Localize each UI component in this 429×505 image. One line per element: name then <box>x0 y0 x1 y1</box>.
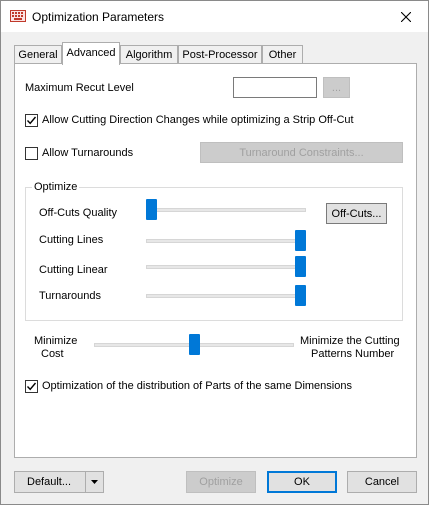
close-button[interactable] <box>384 1 428 32</box>
cutting-lines-label: Cutting Lines <box>39 234 104 246</box>
slider-thumb[interactable] <box>295 256 306 277</box>
allow-turnarounds-checkbox[interactable] <box>25 147 38 160</box>
ok-button[interactable]: OK <box>267 471 337 493</box>
allow-turnarounds-label: Allow Turnarounds <box>42 147 134 159</box>
turnaround-constraints-button[interactable]: Turnaround Constraints... <box>200 142 403 163</box>
optimize-button[interactable]: Optimize <box>186 471 256 493</box>
advanced-tab-panel: Maximum Recut Level ... Allow Cutting Di… <box>14 63 417 458</box>
max-recut-input[interactable] <box>233 77 317 98</box>
cancel-button[interactable]: Cancel <box>347 471 417 493</box>
cutting-lines-slider[interactable] <box>146 230 306 251</box>
caret-down-icon <box>91 480 98 484</box>
slider-track <box>146 294 306 298</box>
slider-track <box>146 208 306 212</box>
minimize-patterns-label-line2: Patterns Number <box>311 348 395 360</box>
slider-thumb[interactable] <box>295 230 306 251</box>
slider-track <box>146 239 306 243</box>
checkmark-icon <box>26 116 37 125</box>
max-recut-browse-button[interactable]: ... <box>323 77 350 98</box>
tab-advanced[interactable]: Advanced <box>62 42 120 65</box>
offcuts-quality-slider[interactable] <box>146 199 306 220</box>
close-icon <box>401 11 411 22</box>
slider-thumb[interactable] <box>146 199 157 220</box>
tab-general[interactable]: General <box>14 45 62 64</box>
default-split-button[interactable]: Default... <box>14 471 104 493</box>
default-dropdown-arrow[interactable] <box>85 472 103 492</box>
allow-direction-changes-label: Allow Cutting Direction Changes while op… <box>42 114 354 126</box>
window-title: Optimization Parameters <box>32 10 165 24</box>
keyboard-icon <box>10 10 26 22</box>
allow-direction-changes-checkbox[interactable] <box>25 114 38 127</box>
turnarounds-slider[interactable] <box>146 285 306 306</box>
title-bar[interactable]: Optimization Parameters <box>1 1 428 32</box>
tab-algorithm[interactable]: Algorithm <box>120 45 178 64</box>
slider-track <box>146 265 306 269</box>
offcuts-quality-label: Off-Cuts Quality <box>39 207 118 219</box>
minimize-cost-label-line1: Minimize <box>34 335 78 347</box>
minimize-patterns-label-line1: Minimize the Cutting <box>300 335 400 347</box>
max-recut-label: Maximum Recut Level <box>25 82 134 94</box>
tab-post-processor[interactable]: Post-Processor <box>178 45 262 64</box>
distribution-label: Optimization of the distribution of Part… <box>42 380 352 392</box>
slider-thumb[interactable] <box>189 334 200 355</box>
balance-slider[interactable] <box>94 334 294 355</box>
offcuts-button[interactable]: Off-Cuts... <box>326 203 387 224</box>
turnarounds-label: Turnarounds <box>39 290 101 302</box>
distribution-checkbox[interactable] <box>25 380 38 393</box>
tab-other[interactable]: Other <box>262 45 303 64</box>
optimize-group-title: Optimize <box>32 181 80 193</box>
dialog-window: Optimization Parameters General Advanced… <box>0 0 429 505</box>
checkmark-icon <box>26 382 37 391</box>
slider-thumb[interactable] <box>295 285 306 306</box>
cutting-linear-slider[interactable] <box>146 256 306 277</box>
cutting-linear-label: Cutting Linear <box>39 264 108 276</box>
minimize-cost-label-line2: Cost <box>41 348 64 360</box>
